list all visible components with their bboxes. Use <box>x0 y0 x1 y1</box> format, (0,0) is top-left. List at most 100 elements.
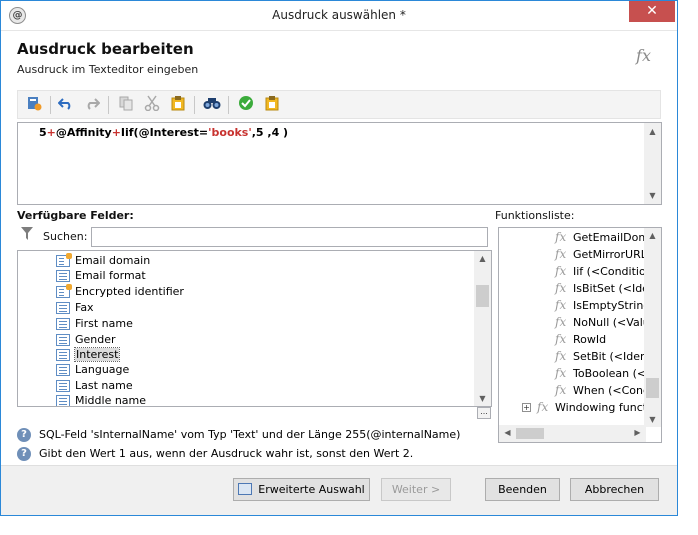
function-icon: fx <box>555 247 567 261</box>
list-field-icon <box>56 364 70 376</box>
function-fx-icon: fx <box>636 46 651 65</box>
scroll-down-icon[interactable]: ▼ <box>474 394 491 403</box>
add-field-icon[interactable] <box>24 95 44 115</box>
scroll-up-icon[interactable]: ▲ <box>644 123 661 140</box>
scrollbar-thumb[interactable] <box>476 285 489 307</box>
tree-item[interactable]: fx Iif (<Conditio <box>555 263 646 279</box>
expand-icon[interactable]: + <box>522 403 531 412</box>
scroll-down-icon[interactable]: ▼ <box>644 415 661 424</box>
paste-icon[interactable] <box>168 95 188 115</box>
computed-field-icon <box>56 253 72 267</box>
list-field-icon <box>56 270 70 282</box>
help-icon: ? <box>17 428 31 442</box>
available-fields-list[interactable]: Email domain Email format Encrypted iden… <box>17 250 492 407</box>
header-subtitle: Ausdruck im Texteditor eingeben <box>17 63 199 76</box>
help-icon: ? <box>17 447 31 461</box>
editor-scrollbar[interactable]: ▲ ▼ <box>644 123 661 204</box>
tree-item[interactable]: fx SetBit (<Ident <box>555 348 651 364</box>
dialog-window: @ Ausdruck auswählen * ✕ Ausdruck bearbe… <box>0 0 678 516</box>
tree-item[interactable]: fx ToBoolean (< <box>555 365 646 381</box>
function-icon: fx <box>555 298 567 312</box>
list-item[interactable]: Email format <box>56 268 146 283</box>
tree-item[interactable]: fx GetMirrorURL <box>555 246 647 262</box>
function-icon: fx <box>555 230 567 244</box>
list-field-icon <box>56 349 70 361</box>
redo-icon[interactable] <box>82 95 102 115</box>
function-icon: fx <box>555 281 567 295</box>
fields-scrollbar[interactable]: ▲ ▼ <box>474 251 491 406</box>
list-field-icon <box>56 380 70 392</box>
list-item[interactable]: Email domain <box>56 253 150 268</box>
scrollbar-thumb[interactable] <box>516 428 544 439</box>
list-item[interactable]: Language <box>56 362 129 377</box>
scroll-right-icon[interactable]: ▶ <box>629 428 646 437</box>
toolbar-separator <box>194 96 195 114</box>
functions-vscrollbar[interactable]: ▲ ▼ <box>644 228 661 427</box>
tree-item[interactable]: fx NoNull (<Valu <box>555 314 650 330</box>
toolbar-separator <box>50 96 51 114</box>
function-icon: fx <box>555 349 567 363</box>
function-tree[interactable]: fx GetEmailDom fx GetMirrorURL fx Iif (<Con… <box>498 227 662 443</box>
cancel-button[interactable]: Abbrechen <box>570 478 659 501</box>
undo-icon[interactable] <box>56 95 76 115</box>
close-button[interactable]: ✕ <box>629 1 675 22</box>
find-icon[interactable] <box>202 95 222 115</box>
list-item-selected[interactable]: Interest <box>56 347 121 362</box>
tree-item[interactable]: fx IsEmptyString <box>555 297 650 313</box>
list-item[interactable]: First name <box>56 316 133 331</box>
scroll-left-icon[interactable]: ◀ <box>499 428 516 437</box>
dialog-footer: Erweiterte Auswahl Weiter > Beenden Abbr… <box>1 465 677 515</box>
field-info: ? SQL-Feld 'sInternalName' vom Typ 'Text'… <box>17 427 460 443</box>
search-input[interactable] <box>91 227 488 247</box>
dialog-header: Ausdruck bearbeiten Ausdruck im Textedit… <box>1 32 677 87</box>
list-field-icon <box>56 395 70 406</box>
expression-text[interactable]: 5+@Affinity+Iif(@Interest='books',5 ,4 ) <box>39 126 288 139</box>
tree-item[interactable]: fx When (<Cond <box>555 382 650 398</box>
list-item[interactable]: Fax <box>56 300 94 315</box>
more-options-button[interactable]: ... <box>477 407 491 419</box>
scrollbar-thumb[interactable] <box>646 378 659 398</box>
function-icon: fx <box>555 332 567 346</box>
list-item[interactable]: Encrypted identifier <box>56 284 184 299</box>
finish-button[interactable]: Beenden <box>485 478 560 501</box>
scroll-down-icon[interactable]: ▼ <box>644 187 661 204</box>
function-icon: fx <box>537 400 549 414</box>
function-list-label: Funktionsliste: <box>495 209 575 222</box>
list-item[interactable]: Middle name <box>56 393 146 406</box>
function-icon: fx <box>555 383 567 397</box>
function-icon: fx <box>555 264 567 278</box>
available-fields-label: Verfügbare Felder: <box>17 209 134 222</box>
copy-icon[interactable] <box>116 95 136 115</box>
functions-hscrollbar[interactable]: ◀ ▶ <box>499 425 646 442</box>
cut-icon[interactable] <box>142 95 162 115</box>
editor-toolbar <box>17 90 661 119</box>
window-title: Ausdruck auswählen * <box>272 8 406 22</box>
next-button[interactable]: Weiter > <box>381 478 451 501</box>
function-info: ? Gibt den Wert 1 aus, wenn der Ausdruck … <box>17 446 413 462</box>
tree-group[interactable]: fx Windowing funct <box>537 399 647 415</box>
tree-item[interactable]: fx RowId <box>555 331 606 347</box>
tree-item[interactable]: fx IsBitSet (<Iden <box>555 280 656 296</box>
list-item[interactable]: Last name <box>56 378 133 393</box>
dialog-body: 5+@Affinity+Iif(@Interest='books',5 ,4 )… <box>1 87 677 465</box>
advanced-selection-button[interactable]: Erweiterte Auswahl <box>233 478 370 501</box>
header-title: Ausdruck bearbeiten <box>17 40 194 58</box>
function-icon: fx <box>555 366 567 380</box>
list-field-icon <box>56 334 70 346</box>
function-icon: fx <box>555 315 567 329</box>
check-icon[interactable] <box>236 95 256 115</box>
toolbar-separator <box>228 96 229 114</box>
scroll-up-icon[interactable]: ▲ <box>474 254 491 263</box>
expression-editor[interactable]: 5+@Affinity+Iif(@Interest='books',5 ,4 )… <box>17 122 662 205</box>
scroll-up-icon[interactable]: ▲ <box>644 231 661 240</box>
search-label: Suchen: <box>43 230 88 243</box>
list-field-icon <box>56 318 70 330</box>
title-bar: @ Ausdruck auswählen * ✕ <box>1 1 677 31</box>
tree-item[interactable]: fx GetEmailDom <box>555 229 649 245</box>
list-field-icon <box>56 302 70 314</box>
toolbar-separator <box>108 96 109 114</box>
filter-icon <box>21 227 33 241</box>
computed-field-icon <box>56 284 72 298</box>
list-item[interactable]: Gender <box>56 332 116 347</box>
paste-special-icon[interactable] <box>262 95 282 115</box>
